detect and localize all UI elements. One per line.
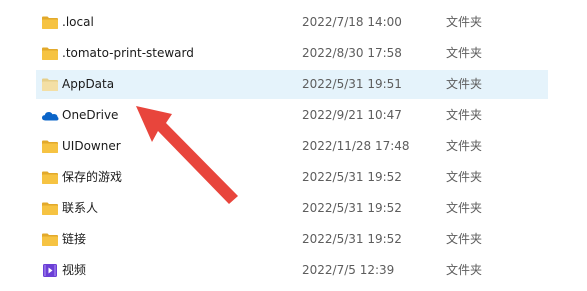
folder-icon <box>41 46 59 61</box>
file-type: 文件夹 <box>446 77 483 91</box>
file-name: AppData <box>62 77 115 91</box>
file-list: .local 2022/7/18 14:00 文件夹 .tomato-print… <box>0 7 587 286</box>
folder-icon <box>41 170 59 185</box>
file-type: 文件夹 <box>446 170 483 184</box>
file-row-local[interactable]: .local 2022/7/18 14:00 文件夹 <box>0 7 587 38</box>
folder-icon <box>41 15 59 30</box>
videos-folder-icon <box>41 263 59 278</box>
file-type: 文件夹 <box>446 232 483 246</box>
file-type: 文件夹 <box>446 139 483 153</box>
file-type: 文件夹 <box>446 263 483 277</box>
file-row-onedrive[interactable]: OneDrive 2022/9/21 10:47 文件夹 <box>0 100 587 131</box>
file-name: .local <box>62 15 94 29</box>
file-type: 文件夹 <box>446 108 483 122</box>
folder-icon <box>41 139 59 154</box>
file-row-links[interactable]: 链接 2022/5/31 19:52 文件夹 <box>0 224 587 255</box>
folder-icon <box>41 232 59 247</box>
file-date: 2022/9/21 10:47 <box>302 108 402 122</box>
file-name: 视频 <box>62 263 87 277</box>
file-row-tomato-print-steward[interactable]: .tomato-print-steward 2022/8/30 17:58 文件… <box>0 38 587 69</box>
file-name: UIDowner <box>62 139 121 153</box>
hidden-folder-icon <box>41 77 59 92</box>
file-date: 2022/5/31 19:51 <box>302 77 402 91</box>
file-name: OneDrive <box>62 108 119 122</box>
file-date: 2022/7/5 12:39 <box>302 263 395 277</box>
file-date: 2022/7/18 14:00 <box>302 15 402 29</box>
file-name: 保存的游戏 <box>62 170 123 184</box>
file-row-contacts[interactable]: 联系人 2022/5/31 19:52 文件夹 <box>0 193 587 224</box>
file-type: 文件夹 <box>446 201 483 215</box>
file-date: 2022/11/28 17:48 <box>302 139 410 153</box>
file-date: 2022/5/31 19:52 <box>302 201 402 215</box>
file-date: 2022/5/31 19:52 <box>302 232 402 246</box>
file-type: 文件夹 <box>446 15 483 29</box>
file-name: 链接 <box>62 232 87 246</box>
file-date: 2022/8/30 17:58 <box>302 46 402 60</box>
folder-icon <box>41 201 59 216</box>
file-date: 2022/5/31 19:52 <box>302 170 402 184</box>
file-row-videos[interactable]: 视频 2022/7/5 12:39 文件夹 <box>0 255 587 286</box>
file-name: .tomato-print-steward <box>62 46 194 60</box>
file-row-uidowner[interactable]: UIDowner 2022/11/28 17:48 文件夹 <box>0 131 587 162</box>
onedrive-cloud-icon <box>41 108 59 123</box>
file-row-saved-games[interactable]: 保存的游戏 2022/5/31 19:52 文件夹 <box>0 162 587 193</box>
file-type: 文件夹 <box>446 46 483 60</box>
file-row-appdata[interactable]: AppData 2022/5/31 19:51 文件夹 <box>0 69 587 100</box>
file-name: 联系人 <box>62 201 99 215</box>
